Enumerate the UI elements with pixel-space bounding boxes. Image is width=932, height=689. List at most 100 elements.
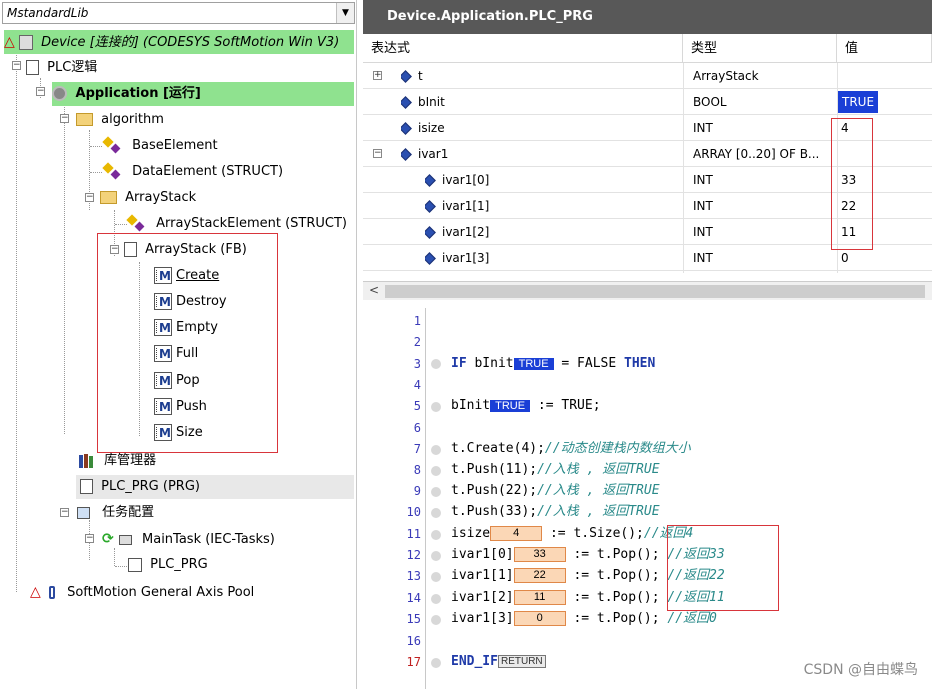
tree-item-axis-pool[interactable]: △ SoftMotion General Axis Pool xyxy=(30,580,254,604)
device-icon xyxy=(18,35,33,50)
folder-icon xyxy=(100,191,117,204)
line-number: 5 xyxy=(413,399,421,413)
code-line-11[interactable]: isize 4 := t.Size();//返回4 xyxy=(451,523,693,544)
collapse-toggle[interactable]: − xyxy=(60,114,69,123)
collapse-toggle[interactable]: − xyxy=(85,534,94,543)
column-header-value[interactable]: 值 xyxy=(837,34,932,63)
tree-item-algorithm[interactable]: algorithm xyxy=(76,108,164,132)
breakpoint-marker[interactable] xyxy=(431,594,441,604)
gear-icon xyxy=(52,86,67,101)
scrollbar-thumb[interactable] xyxy=(385,285,925,298)
breakpoint-marker[interactable] xyxy=(431,487,441,497)
tree-item-application-label: Application [运行] xyxy=(75,86,201,101)
variable-icon xyxy=(425,174,436,187)
expand-toggle[interactable]: + xyxy=(373,71,382,80)
breakpoint-marker[interactable] xyxy=(431,572,441,582)
row-expression: ivar1[1] xyxy=(442,199,490,213)
warning-triangle-icon: △ xyxy=(30,584,41,600)
tree-item-data-element-label: DataElement (STRUCT) xyxy=(132,164,284,179)
annotation-box xyxy=(831,118,873,250)
tree-item-array-stack-folder[interactable]: ArrayStack xyxy=(100,186,196,210)
struct-icon xyxy=(102,161,124,180)
tree-item-plc-logic[interactable]: PLC逻辑 xyxy=(26,56,97,80)
column-header-expression[interactable]: 表达式 xyxy=(363,34,683,63)
tree-item-task-config[interactable]: 任务配置 xyxy=(76,501,154,525)
breakpoint-marker[interactable] xyxy=(431,658,441,668)
breakpoint-marker[interactable] xyxy=(431,508,441,518)
code-token: ivar1[0] xyxy=(451,547,514,562)
line-number: 16 xyxy=(406,634,421,648)
plc-logic-icon xyxy=(26,60,39,75)
return-marker[interactable]: RETURN xyxy=(497,655,546,668)
table-row[interactable]: bInit BOOL TRUE xyxy=(363,89,932,115)
folder-icon xyxy=(76,113,93,126)
code-token: isize xyxy=(451,526,491,541)
tree-item-plc-prg[interactable]: PLC_PRG (PRG) xyxy=(76,475,354,499)
code-line-17[interactable]: END_IF RETURN xyxy=(451,651,546,672)
online-value-badge[interactable]: 4 xyxy=(490,526,543,541)
tree-item-device[interactable]: △ Device [连接的] (CODESYS SoftMotion Win V… xyxy=(4,30,354,54)
row-expression: ivar1[0] xyxy=(442,173,490,187)
keyword-if: IF xyxy=(451,356,475,371)
tree-item-plc-prg-label: PLC_PRG (PRG) xyxy=(101,479,200,494)
chevron-down-icon[interactable]: ▼ xyxy=(336,3,354,23)
code-line-9[interactable]: t.Push(22);//入栈 , 返回TRUE xyxy=(451,480,660,501)
line-number: 14 xyxy=(406,591,421,605)
row-expression: bInit xyxy=(418,95,445,109)
collapse-toggle[interactable]: − xyxy=(373,149,382,158)
tree-item-task-prg-label: PLC_PRG xyxy=(150,557,208,572)
collapse-toggle[interactable]: − xyxy=(12,61,21,70)
breakpoint-marker[interactable] xyxy=(431,615,441,625)
online-value-badge[interactable]: 33 xyxy=(513,547,566,562)
code-line-7[interactable]: t.Create(4);//动态创建栈内数组大小 xyxy=(451,438,691,459)
code-line-15[interactable]: ivar1[3] 0 := t.Pop(); //返回0 xyxy=(451,608,717,629)
tree-item-lib-manager[interactable]: 库管理器 xyxy=(78,449,156,473)
code-token: t.Push(22); xyxy=(451,483,538,498)
breakpoint-marker[interactable] xyxy=(431,445,441,455)
breakpoint-marker[interactable] xyxy=(431,466,441,476)
tree-item-data-element[interactable]: DataElement (STRUCT) xyxy=(102,160,284,184)
task-config-icon xyxy=(76,505,94,521)
code-token: := t.Pop(); xyxy=(565,547,668,562)
line-number: 10 xyxy=(406,505,421,519)
breakpoint-marker[interactable] xyxy=(431,551,441,561)
code-comment: //入栈 , 返回TRUE xyxy=(537,483,660,498)
column-header-type[interactable]: 类型 xyxy=(683,34,837,63)
online-value-badge[interactable]: 0 xyxy=(513,611,566,626)
online-value-badge[interactable]: TRUE xyxy=(513,357,554,370)
struct-icon xyxy=(126,213,148,232)
tree-line xyxy=(115,566,127,567)
code-line-10[interactable]: t.Push(33);//入栈 , 返回TRUE xyxy=(451,501,660,522)
row-value[interactable]: TRUE xyxy=(838,91,879,113)
line-number: 6 xyxy=(413,421,421,435)
collapse-toggle[interactable]: − xyxy=(85,193,94,202)
code-line-3[interactable]: IF bInit TRUE = FALSE THEN xyxy=(451,353,655,374)
breakpoint-marker[interactable] xyxy=(431,530,441,540)
online-value-badge[interactable]: TRUE xyxy=(490,399,531,412)
code-token: := t.Pop(); xyxy=(565,568,668,583)
online-value-badge[interactable]: 22 xyxy=(513,568,566,583)
collapse-toggle[interactable]: − xyxy=(60,508,69,517)
code-line-5[interactable]: bInit TRUE := TRUE; xyxy=(451,395,601,416)
books-icon xyxy=(78,453,96,469)
scroll-left-icon[interactable]: < xyxy=(369,283,379,297)
row-type: INT xyxy=(693,225,713,239)
tree-item-base-element[interactable]: BaseElement xyxy=(102,134,218,158)
tree-item-main-task[interactable]: ⟳ MainTask (IEC-Tasks) xyxy=(102,527,275,551)
library-combo[interactable]: MstandardLib ▼ xyxy=(2,2,355,24)
device-tree-panel: MstandardLib ▼ △ Device [连接的] (CODESYS S… xyxy=(0,0,357,689)
tree-item-task-prg[interactable]: PLC_PRG xyxy=(128,553,208,577)
table-row[interactable]: + t ArrayStack xyxy=(363,63,932,89)
code-token: bInit xyxy=(474,356,514,371)
tree-item-array-stack-folder-label: ArrayStack xyxy=(125,190,197,205)
horizontal-scrollbar[interactable]: < xyxy=(363,281,932,300)
collapse-toggle[interactable]: − xyxy=(36,87,45,96)
editor-title-bar[interactable]: Device.Application.PLC_PRG xyxy=(363,0,932,34)
online-value-badge[interactable]: 11 xyxy=(513,590,566,605)
code-line-8[interactable]: t.Push(11);//入栈 , 返回TRUE xyxy=(451,459,660,480)
line-number: 9 xyxy=(413,484,421,498)
line-number: 2 xyxy=(413,335,421,349)
breakpoint-marker[interactable] xyxy=(431,402,441,412)
breakpoint-marker[interactable] xyxy=(431,359,441,369)
tree-item-application[interactable]: Application [运行] xyxy=(52,82,354,106)
